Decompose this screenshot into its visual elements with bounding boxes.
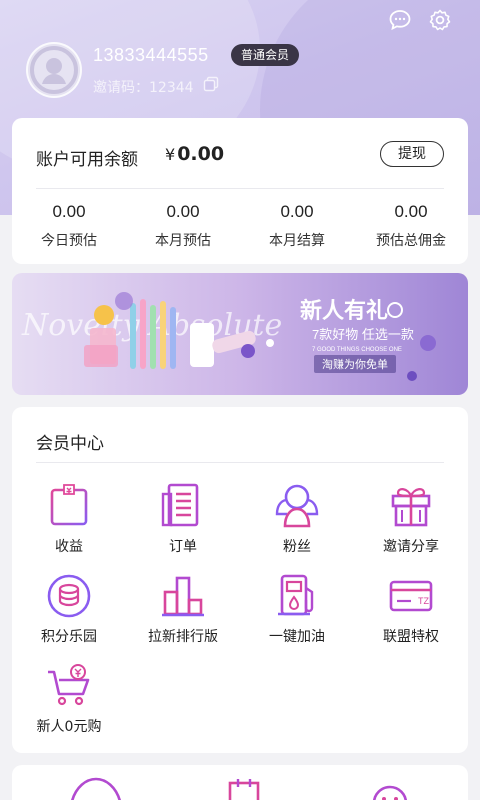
product-box-icon (84, 345, 118, 367)
avatar[interactable] (26, 42, 82, 98)
member-level-badge: 普通会员 (231, 44, 300, 66)
stat-value: 0.00 (394, 202, 428, 221)
balance-label: 账户可用余额 (36, 150, 138, 170)
stat-label: 今日预估 (41, 233, 97, 249)
tools-icons-partial (70, 777, 408, 800)
decor-ball (407, 371, 417, 381)
grid-item-fuel[interactable]: 一键加油 (240, 572, 354, 646)
stat-value: 0.00 (280, 202, 314, 221)
decor-ball (420, 335, 436, 351)
earnings-icon (45, 482, 93, 530)
promo-banner[interactable]: Novelty Absolute 新人有礼 7款好物 任选一款 7 GOOD T… (12, 273, 468, 395)
top-toolbar (388, 8, 452, 32)
toothbrush-icon (150, 305, 156, 369)
banner-artwork: Novelty Absolute 新人有礼 7款好物 任选一款 7 GOOD T… (21, 292, 436, 381)
banner-cta-text: 淘赚为你免单 (322, 357, 388, 371)
ranking-icon (159, 572, 207, 620)
gift-icon (387, 482, 435, 530)
stat-label: 本月预估 (155, 233, 211, 249)
decor-ball (241, 344, 255, 358)
fans-icon (273, 482, 321, 530)
product-toy-icon (94, 305, 114, 325)
toothbrush-icon (170, 307, 176, 369)
currency-symbol: ¥ (165, 145, 176, 164)
banner-headline-decor (387, 302, 403, 318)
card-icon: TZ (387, 572, 435, 620)
copy-icon[interactable] (203, 76, 219, 92)
toothbrush-icon (140, 299, 146, 369)
banner-headline: 新人有礼 (300, 298, 388, 323)
grid-item-ranking[interactable]: 拉新排行版 (126, 572, 240, 646)
grid-item-invite-share[interactable]: 邀请分享 (354, 482, 468, 556)
phone-number: 13833444555 (93, 45, 209, 65)
grid-item-label: 积分乐园 (41, 629, 97, 645)
balance-card: 账户可用余额 ¥0.00 提现 0.00 今日预估 0.00 本月预估 0.00… (12, 118, 468, 264)
grid-item-newbie-free[interactable]: 新人0元购 (12, 662, 126, 736)
banner-subtitle-en: 7 GOOD THINGS CHOOSE ONE (312, 347, 402, 353)
stat-value: 0.00 (166, 202, 200, 221)
grid-item-orders[interactable]: 订单 (126, 482, 240, 556)
grid-item-label: 收益 (55, 539, 83, 555)
banner-subtitle: 7款好物 任选一款 (312, 327, 414, 342)
balance-amount: ¥0.00 (165, 143, 224, 165)
grid-item-label: 新人0元购 (36, 719, 102, 735)
grid-item-label: 联盟特权 (383, 629, 439, 645)
toothbrush-icon (130, 303, 136, 369)
earnings-stats: 0.00 今日预估 0.00 本月预估 0.00 本月结算 0.00 预估总佣金 (12, 202, 468, 250)
product-tube-icon (190, 323, 214, 367)
stat-total-commission[interactable]: 0.00 预估总佣金 (354, 202, 468, 250)
toothbrush-icon (160, 301, 166, 369)
stat-value: 0.00 (52, 202, 86, 221)
svg-text:TZ: TZ (418, 596, 429, 606)
withdraw-button[interactable]: 提现 (380, 141, 444, 167)
order-icon (159, 482, 207, 530)
cart-icon (45, 662, 93, 710)
balance-value: 0.00 (177, 143, 225, 165)
decor-ball (266, 339, 274, 347)
grid-item-points-park[interactable]: 积分乐园 (12, 572, 126, 646)
divider (36, 188, 444, 189)
stat-label: 本月结算 (269, 233, 325, 249)
grid-item-earnings[interactable]: 收益 (12, 482, 126, 556)
stat-today[interactable]: 0.00 今日预估 (12, 202, 126, 250)
grid-item-fans[interactable]: 粉丝 (240, 482, 354, 556)
member-center-card: 会员中心 收益 订单 粉丝 邀请分享 积分乐园 拉新排行版 一键加油 TZ 联盟… (12, 407, 468, 753)
fuel-icon (273, 572, 321, 620)
stat-month-estimate[interactable]: 0.00 本月预估 (126, 202, 240, 250)
stat-label: 预估总佣金 (376, 233, 446, 249)
invite-code: 邀请码：12344 (93, 80, 194, 96)
grid-item-label: 一键加油 (269, 629, 325, 645)
grid-item-label: 邀请分享 (383, 539, 439, 555)
grid-item-label: 订单 (169, 539, 197, 555)
gear-icon[interactable] (428, 8, 452, 32)
chat-icon[interactable] (388, 8, 412, 32)
decor-ball (115, 292, 133, 310)
grid-item-label: 拉新排行版 (148, 629, 218, 645)
coins-icon (45, 572, 93, 620)
tools-card (12, 765, 468, 800)
divider (36, 462, 444, 463)
grid-item-label: 粉丝 (283, 539, 311, 555)
grid-item-alliance[interactable]: TZ 联盟特权 (354, 572, 468, 646)
section-title: 会员中心 (36, 434, 104, 454)
stat-month-settled[interactable]: 0.00 本月结算 (240, 202, 354, 250)
